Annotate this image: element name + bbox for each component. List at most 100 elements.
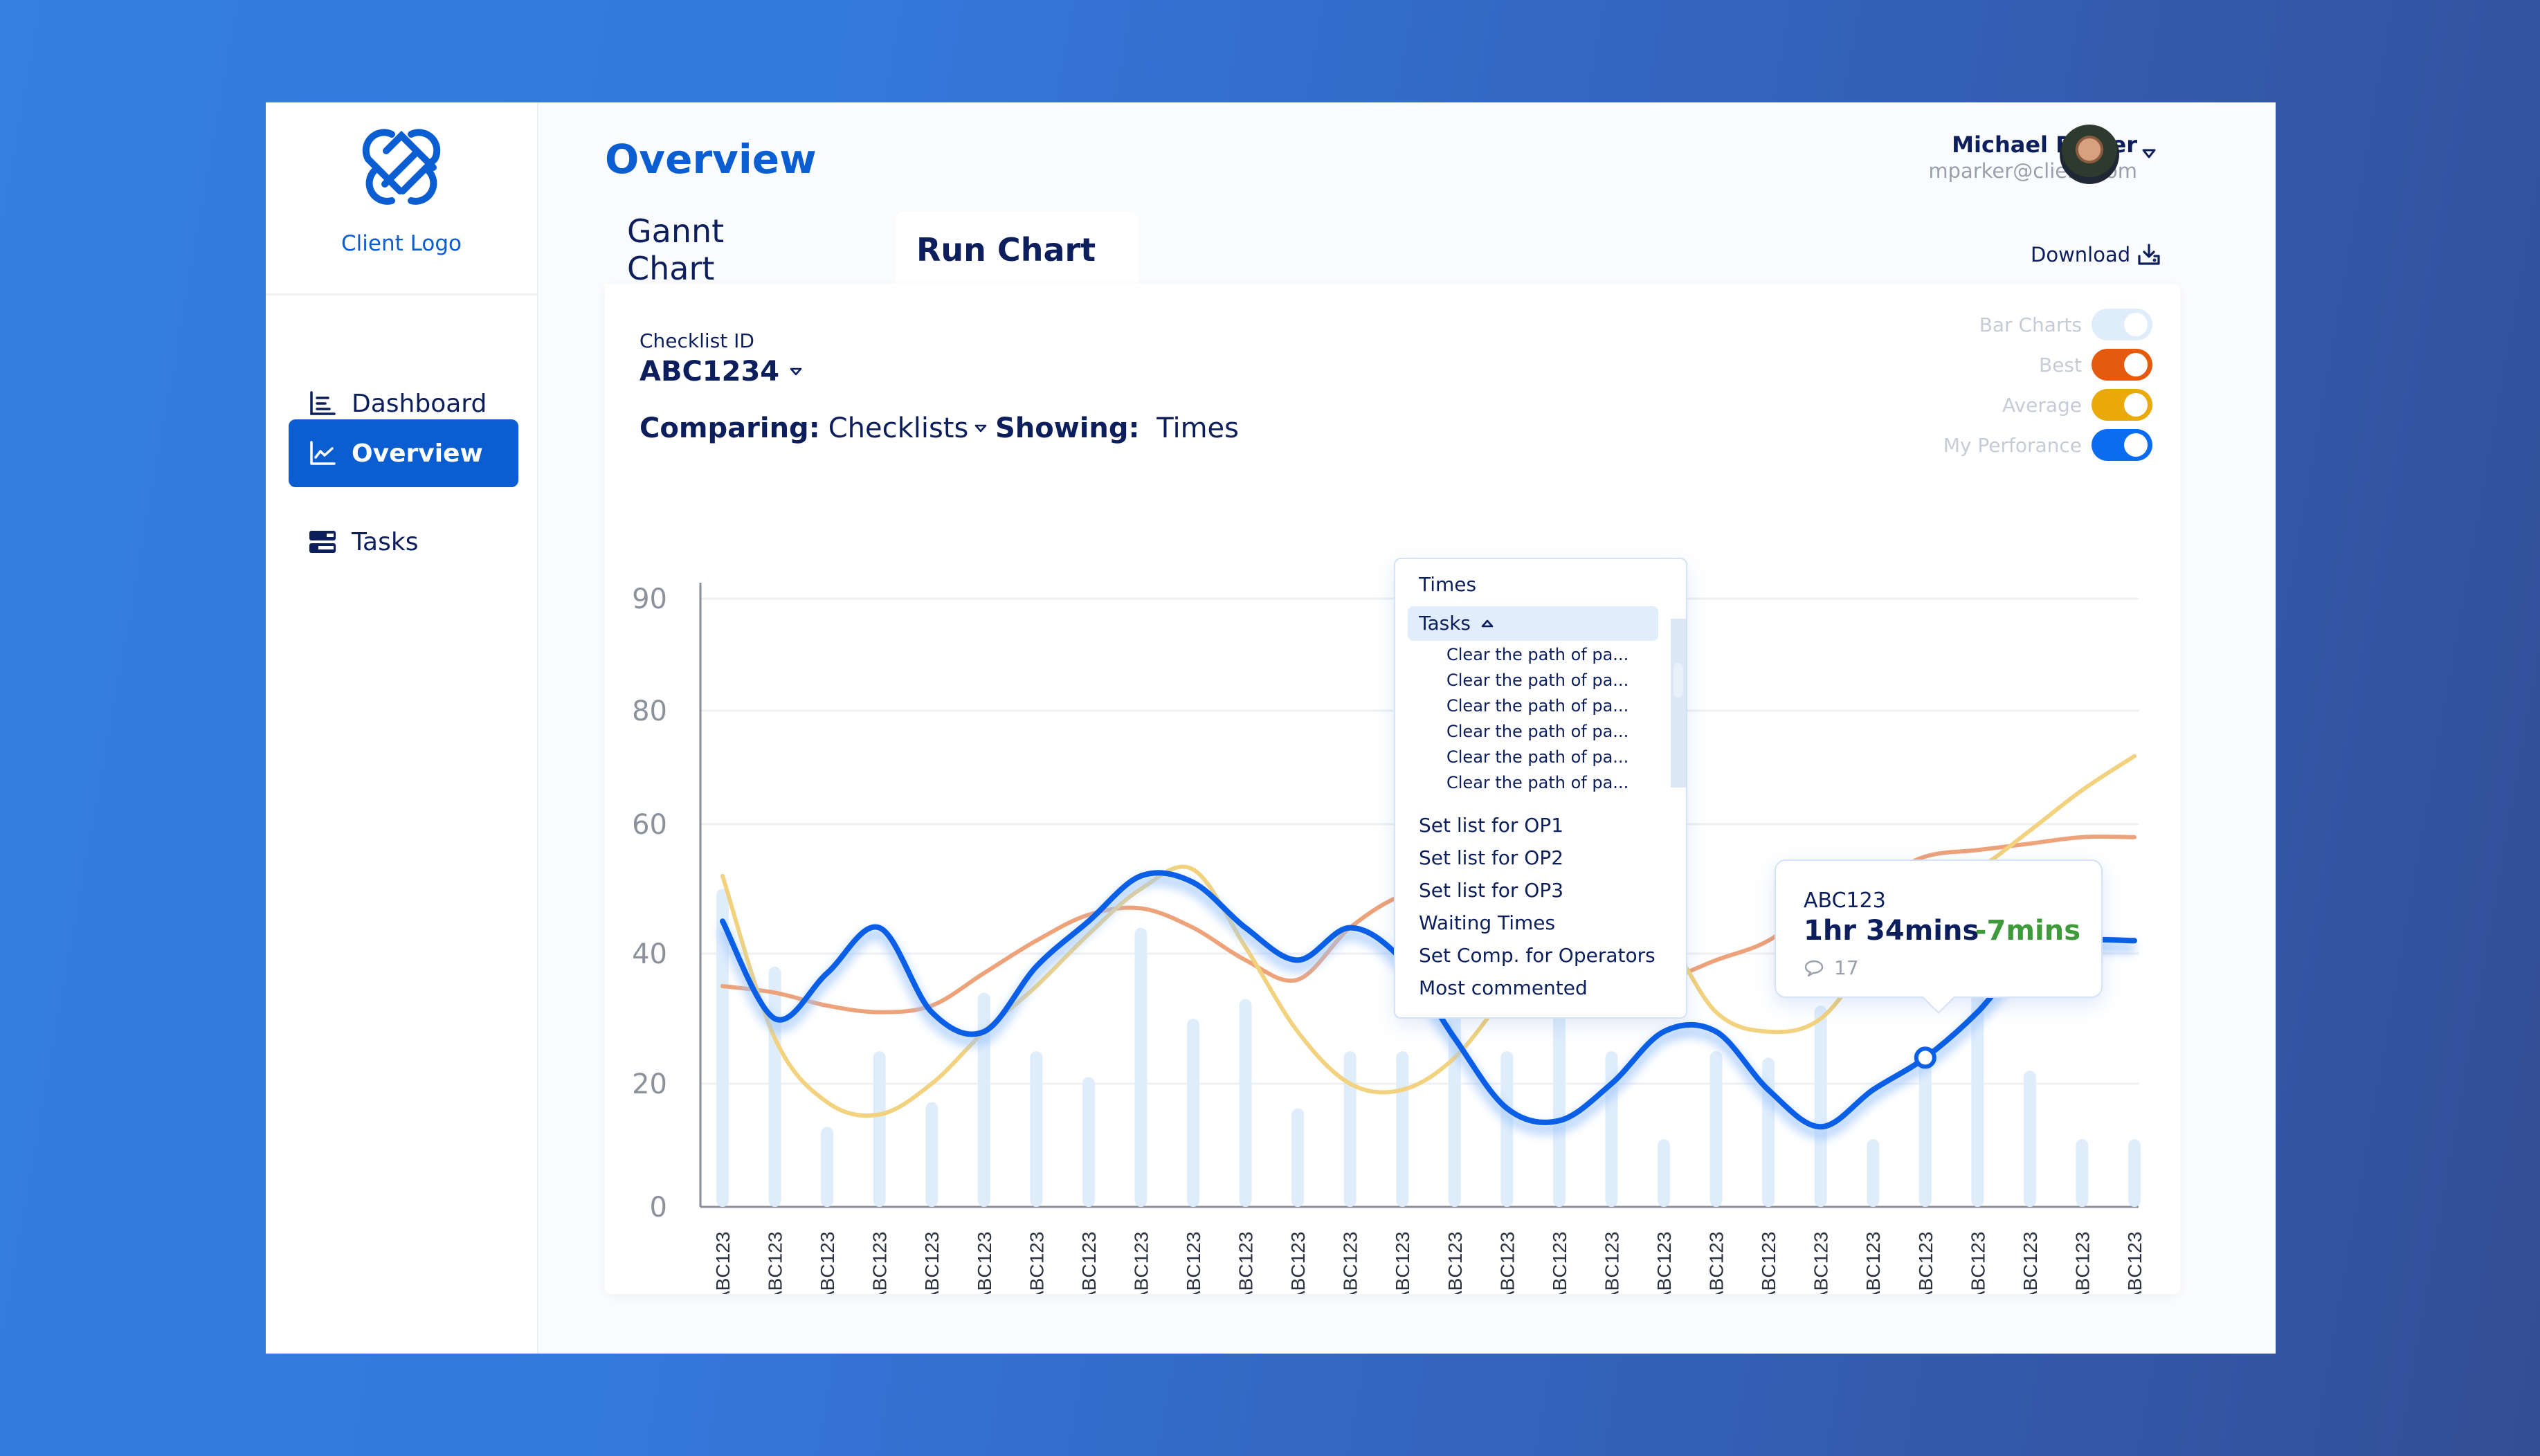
dropdown-item-op2[interactable]: Set list for OP2	[1419, 846, 1563, 869]
run-chart: 02040608090 ABC123 ABC123 ABC123 ABC123 ABC1…	[632, 583, 2146, 1294]
x-tick-label: ABC123	[1758, 1232, 1779, 1294]
bar	[1291, 1108, 1305, 1207]
x-tick-label: ABC123	[1915, 1232, 1936, 1294]
x-tick-label: ABC123	[1549, 1232, 1570, 1294]
bar	[1396, 1051, 1409, 1207]
x-tick-label: ABC123	[1862, 1232, 1884, 1294]
bar	[1134, 927, 1147, 1207]
x-tick-label: ABC123	[1811, 1232, 1832, 1294]
bar	[873, 1051, 886, 1207]
logo-text: Client Logo	[341, 231, 462, 256]
x-tick-label: ABC123	[1967, 1232, 1988, 1294]
x-tick-label: ABC123	[974, 1232, 995, 1294]
x-tick-label: ABC123	[1496, 1232, 1518, 1294]
bar	[1605, 1051, 1618, 1207]
x-tick-label: ABC123	[1653, 1232, 1675, 1294]
x-tick-label: ABC123	[1078, 1232, 1100, 1294]
sidebar-item-tasks[interactable]: Tasks	[289, 508, 518, 576]
dropdown-item-waiting-times[interactable]: Waiting Times	[1419, 911, 1555, 934]
line-chart-icon	[307, 438, 338, 468]
dropdown-subitem-task[interactable]: Clear the path of pa...	[1446, 722, 1629, 741]
data-point-tooltip: ABC123 1hr 34mins -7mins 17	[1775, 859, 2103, 998]
chevron-up-icon	[1481, 619, 1494, 627]
y-tick-label: 0	[650, 1192, 667, 1223]
tooltip-comments: 17	[1804, 956, 1859, 979]
dropdown-item-times[interactable]: Times	[1419, 573, 1476, 596]
bar	[1867, 1139, 1880, 1207]
tooltip-delta: -7mins	[1975, 915, 2080, 947]
highlight-point	[1914, 1046, 1936, 1069]
run-chart-card: Checklist ID ABC1234 Comparing: Checklis…	[605, 284, 2180, 1294]
bar	[821, 1127, 834, 1207]
bar	[1918, 1051, 1932, 1207]
dropdown-item-set-comp[interactable]: Set Comp. for Operators	[1419, 944, 1655, 967]
dropdown-subitem-task[interactable]: Clear the path of pa...	[1446, 696, 1629, 716]
dropdown-scrollbar[interactable]	[1671, 619, 1686, 788]
showing-dropdown: Times Tasks Clear the path of pa... Clea…	[1394, 558, 1687, 1019]
bar	[1082, 1077, 1095, 1207]
bar	[1239, 999, 1252, 1207]
bar	[925, 1102, 938, 1207]
x-tick-label: ABC123	[1706, 1232, 1727, 1294]
dropdown-item-tasks[interactable]: Tasks	[1419, 612, 1494, 635]
bar-list-icon	[307, 388, 338, 419]
x-tick-label: ABC123	[1340, 1232, 1361, 1294]
bar	[1343, 1051, 1357, 1207]
tooltip-time: 1hr 34mins	[1804, 915, 1979, 947]
y-tick-label: 80	[632, 695, 667, 727]
bar	[1762, 1057, 1775, 1207]
page-title: Overview	[605, 136, 817, 183]
chevron-down-icon[interactable]	[2141, 148, 2157, 159]
x-tick-label: ABC123	[2124, 1232, 2146, 1294]
bar	[1709, 1051, 1723, 1207]
x-tick-label: ABC123	[817, 1232, 838, 1294]
tab-run-chart[interactable]: Run Chart	[896, 212, 1138, 288]
sidebar-item-overview[interactable]: Overview	[289, 419, 518, 487]
app-window: Client Logo Dashboard Overview Tasks Ove…	[266, 102, 2276, 1354]
x-tick-label: ABC123	[1235, 1232, 1257, 1294]
bar	[2128, 1139, 2141, 1207]
y-tick-label: 60	[632, 809, 667, 841]
bar	[1187, 1019, 1199, 1207]
x-tick-label: ABC123	[1287, 1232, 1309, 1294]
bar	[1658, 1139, 1670, 1207]
bar	[2023, 1071, 2036, 1207]
bar	[1030, 1051, 1043, 1207]
dropdown-subitem-task[interactable]: Clear the path of pa...	[1446, 773, 1629, 792]
dropdown-subitem-task[interactable]: Clear the path of pa...	[1446, 747, 1629, 767]
dropdown-item-most-commented[interactable]: Most commented	[1419, 976, 1588, 999]
dropdown-item-op1[interactable]: Set list for OP1	[1419, 814, 1563, 837]
x-tick-label: ABC123	[1601, 1232, 1622, 1294]
tooltip-id: ABC123	[1804, 889, 1886, 913]
x-tick-label: ABC123	[921, 1232, 943, 1294]
bar	[1814, 1005, 1827, 1207]
x-tick-label: ABC123	[1444, 1232, 1466, 1294]
tasks-icon	[307, 527, 338, 557]
bar	[977, 992, 990, 1207]
tab-gannt-chart[interactable]: Gannt Chart	[627, 212, 724, 288]
x-tick-label: ABC123	[2071, 1232, 2093, 1294]
x-tick-label: ABC123	[712, 1232, 734, 1294]
y-tick-label: 40	[632, 938, 667, 970]
x-tick-label: ABC123	[2020, 1232, 2041, 1294]
logo-icon	[362, 129, 441, 205]
bar	[2076, 1139, 2089, 1207]
x-tick-label: ABC123	[869, 1232, 891, 1294]
download-button[interactable]: Download	[2031, 243, 2161, 266]
download-label: Download	[2031, 243, 2131, 266]
bar	[1500, 1051, 1514, 1207]
bar	[1552, 1012, 1566, 1207]
x-tick-label: ABC123	[1183, 1232, 1204, 1294]
download-icon	[2138, 244, 2160, 265]
dropdown-item-label: Tasks	[1419, 612, 1471, 635]
x-tick-label: ABC123	[1130, 1232, 1152, 1294]
client-logo[interactable]: Client Logo	[266, 102, 537, 295]
sidebar-item-label: Tasks	[352, 527, 419, 556]
dropdown-scrollbar-thumb[interactable]	[1673, 663, 1683, 698]
dropdown-item-op3[interactable]: Set list for OP3	[1419, 879, 1563, 902]
dropdown-subitem-task[interactable]: Clear the path of pa...	[1446, 671, 1629, 690]
avatar[interactable]	[2060, 125, 2119, 184]
y-tick-label: 20	[632, 1068, 667, 1100]
x-tick-label: ABC123	[765, 1232, 786, 1294]
dropdown-subitem-task[interactable]: Clear the path of pa...	[1446, 645, 1629, 664]
